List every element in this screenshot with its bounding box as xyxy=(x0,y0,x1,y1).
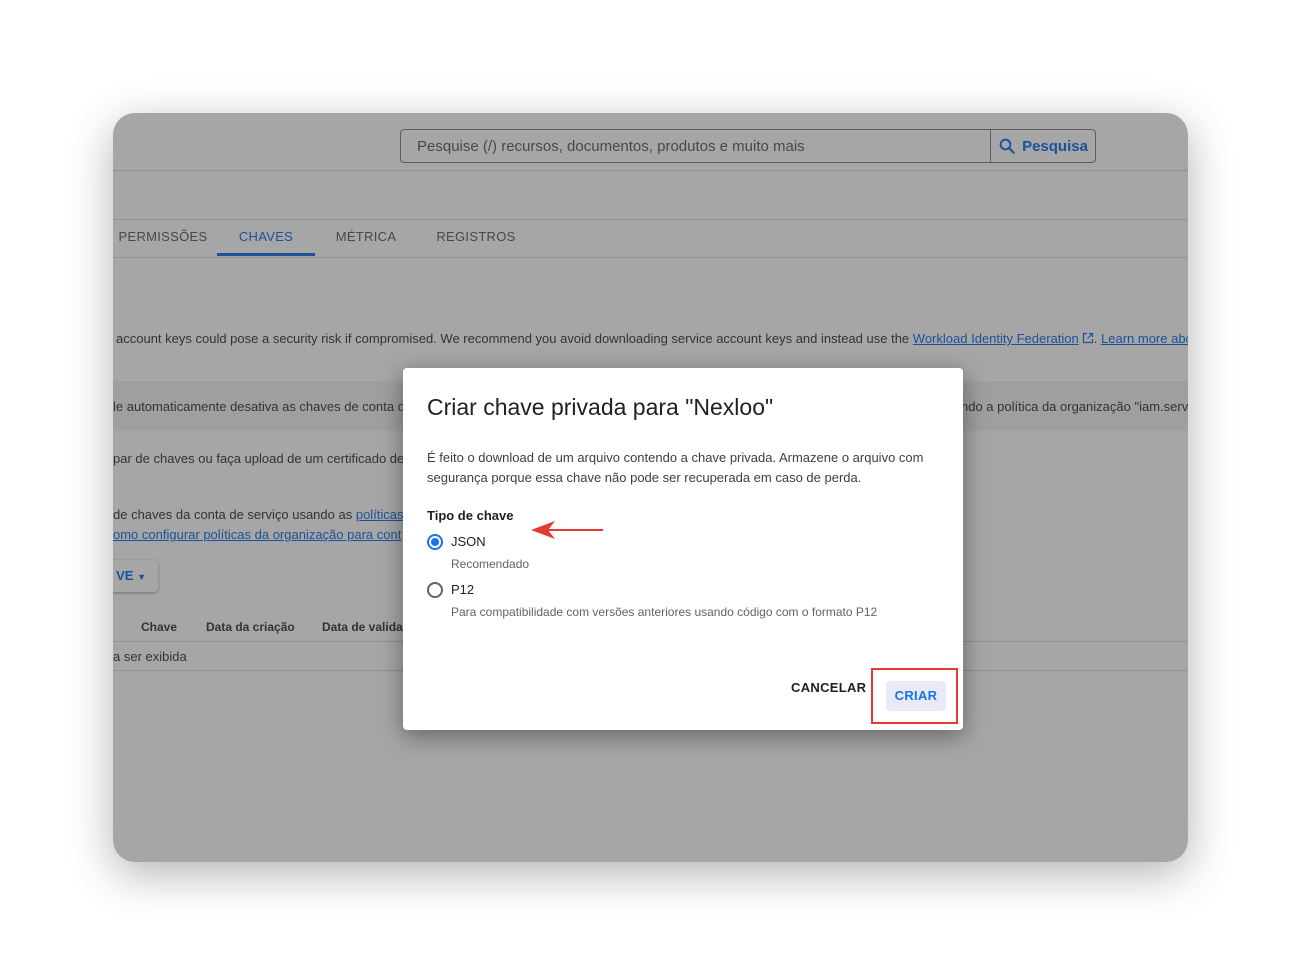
arrow-annotation-icon xyxy=(531,521,603,539)
json-option-help: Recomendado xyxy=(451,557,530,571)
key-type-label: Tipo de chave xyxy=(427,508,514,523)
create-key-dialog: Criar chave privada para "Nexloo" É feit… xyxy=(403,368,963,730)
json-radio[interactable] xyxy=(427,534,443,550)
app-window: Pesquisa PERMISSÕES CHAVES MÉTRICA REGIS… xyxy=(113,113,1188,862)
cancel-button[interactable]: CANCELAR xyxy=(791,680,866,695)
json-option-label[interactable]: JSON xyxy=(451,534,486,549)
dialog-title: Criar chave privada para "Nexloo" xyxy=(427,394,774,420)
p12-radio[interactable] xyxy=(427,582,443,598)
p12-option-help: Para compatibilidade com versões anterio… xyxy=(451,605,878,619)
p12-option-label[interactable]: P12 xyxy=(451,582,474,597)
dialog-description: É feito o download de um arquivo contend… xyxy=(427,450,924,485)
create-button-highlight xyxy=(871,668,958,724)
